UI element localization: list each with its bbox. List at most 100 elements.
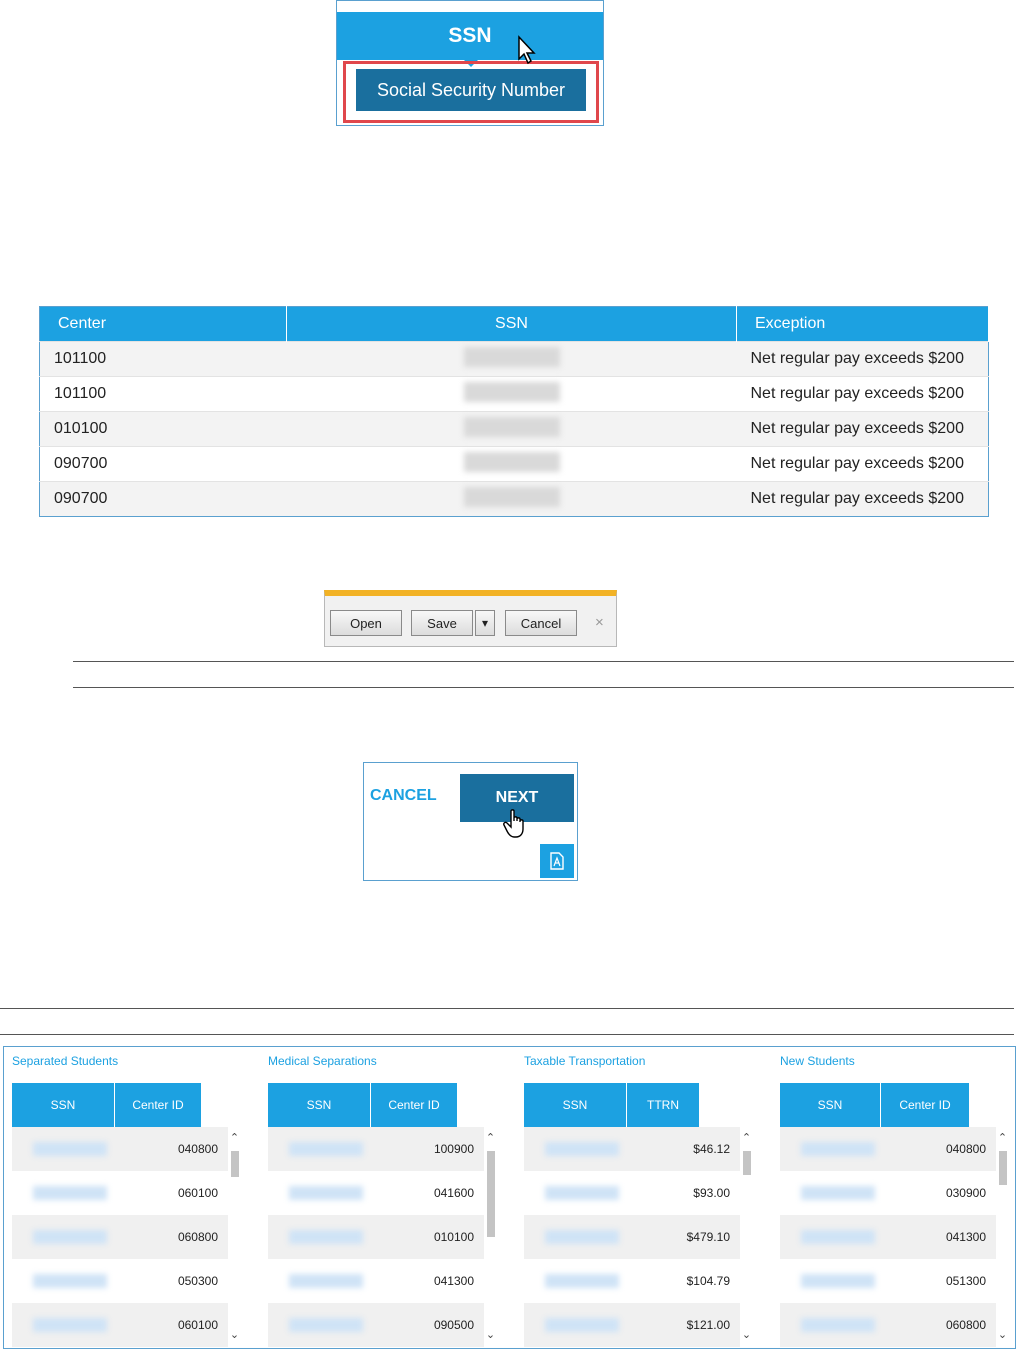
panel-taxable-transportation: Taxable Transportation SSN TTRN $46.12 $… [519, 1047, 759, 1347]
list-item[interactable]: 060800 [12, 1215, 228, 1259]
column-header-ssn[interactable]: SSN [524, 1083, 627, 1127]
value-cell: $479.10 [686, 1230, 730, 1244]
list-item[interactable]: $479.10 [524, 1215, 740, 1259]
hand-pointer-icon [503, 809, 524, 838]
column-header-center[interactable]: Center [39, 306, 287, 342]
redacted-ssn [545, 1274, 619, 1288]
panel-title: Medical Separations [268, 1054, 377, 1068]
tooltip-highlight-outline: Social Security Number [343, 61, 599, 123]
close-icon[interactable]: × [595, 614, 604, 631]
value-cell: 090500 [433, 1318, 474, 1332]
value-cell: 100900 [433, 1142, 474, 1156]
scrollbar[interactable]: ⌃ ⌄ [996, 1129, 1009, 1341]
list-item[interactable]: 041300 [780, 1215, 996, 1259]
dashboard-panels: Separated Students SSN Center ID 040800 … [3, 1046, 1016, 1349]
redacted-ssn [545, 1230, 619, 1244]
list-item[interactable]: $46.12 [524, 1127, 740, 1171]
cancel-download-button[interactable]: Cancel [505, 610, 577, 636]
value-cell: 060800 [945, 1318, 986, 1332]
scrollbar-thumb[interactable] [999, 1151, 1007, 1185]
list-item[interactable]: $104.79 [524, 1259, 740, 1303]
ssn-column-header[interactable]: SSN [337, 12, 603, 60]
scrollbar-thumb[interactable] [487, 1151, 495, 1237]
value-cell: $46.12 [693, 1142, 730, 1156]
list-item[interactable]: $121.00 [524, 1303, 740, 1347]
value-cell: 010100 [433, 1230, 474, 1244]
column-header-ssn[interactable]: SSN [12, 1083, 115, 1127]
value-cell: 041600 [433, 1186, 474, 1200]
redacted-ssn [289, 1318, 363, 1332]
open-button[interactable]: Open [330, 610, 402, 636]
arrow-cursor-icon [518, 35, 536, 65]
list-item[interactable]: 041300 [268, 1259, 484, 1303]
list-item[interactable]: 060800 [780, 1303, 996, 1347]
list-item[interactable]: 010100 [268, 1215, 484, 1259]
value-cell: 040800 [177, 1142, 218, 1156]
scrollbar[interactable]: ⌃ ⌄ [484, 1129, 497, 1341]
panel-medical-separations: Medical Separations SSN Center ID 100900… [263, 1047, 503, 1347]
scroll-down-icon[interactable]: ⌄ [484, 1328, 497, 1341]
scroll-up-icon[interactable]: ⌃ [484, 1131, 497, 1144]
cancel-button[interactable]: CANCEL [370, 787, 437, 805]
redacted-ssn [801, 1186, 875, 1200]
list-item[interactable]: 040800 [780, 1127, 996, 1171]
scroll-down-icon[interactable]: ⌄ [996, 1328, 1009, 1341]
pdf-button[interactable] [540, 844, 574, 878]
value-cell: 041300 [433, 1274, 474, 1288]
scroll-up-icon[interactable]: ⌃ [996, 1131, 1009, 1144]
scroll-down-icon[interactable]: ⌄ [740, 1328, 753, 1341]
column-header-exception[interactable]: Exception [736, 306, 989, 342]
list-item[interactable]: 060100 [12, 1171, 228, 1215]
column-header-col2[interactable]: Center ID [115, 1083, 202, 1127]
scrollbar-thumb[interactable] [231, 1151, 239, 1177]
list-item[interactable]: 090500 [268, 1303, 484, 1347]
list-item[interactable]: 030900 [780, 1171, 996, 1215]
center-cell: 101100 [39, 341, 287, 377]
table-row[interactable]: 010100 Net regular pay exceeds $200 [39, 411, 989, 447]
ssn-cell [286, 376, 737, 412]
list-item[interactable]: 040800 [12, 1127, 228, 1171]
save-dropdown-button[interactable]: ▾ [475, 610, 495, 636]
redacted-ssn [33, 1274, 107, 1288]
column-header-col2[interactable]: Center ID [371, 1083, 458, 1127]
scrollbar-thumb[interactable] [743, 1151, 751, 1175]
list-item[interactable]: 100900 [268, 1127, 484, 1171]
redacted-ssn [33, 1142, 107, 1156]
table-row[interactable]: 090700 Net regular pay exceeds $200 [39, 446, 989, 482]
save-button[interactable]: Save [411, 610, 473, 636]
redacted-ssn [545, 1142, 619, 1156]
value-cell: 041300 [945, 1230, 986, 1244]
value-cell: 060100 [177, 1186, 218, 1200]
scroll-up-icon[interactable]: ⌃ [228, 1131, 241, 1144]
list-item[interactable]: 041600 [268, 1171, 484, 1215]
value-cell: 060800 [177, 1230, 218, 1244]
list-item[interactable]: 051300 [780, 1259, 996, 1303]
divider-line [73, 661, 1014, 662]
column-header-col2[interactable]: TTRN [627, 1083, 700, 1127]
panel-title: Taxable Transportation [524, 1054, 646, 1068]
column-header-ssn[interactable]: SSN [780, 1083, 881, 1127]
list-item[interactable]: 060100 [12, 1303, 228, 1347]
scrollbar[interactable]: ⌃ ⌄ [228, 1129, 241, 1341]
list-item[interactable]: 050300 [12, 1259, 228, 1303]
list-item[interactable]: $93.00 [524, 1171, 740, 1215]
panel-separated-students: Separated Students SSN Center ID 040800 … [7, 1047, 247, 1347]
column-header-ssn[interactable]: SSN [286, 306, 737, 342]
scrollbar[interactable]: ⌃ ⌄ [740, 1129, 753, 1341]
ssn-header-label: SSN [448, 24, 492, 47]
column-header-col2[interactable]: Center ID [881, 1083, 970, 1127]
table-row[interactable]: 090700 Net regular pay exceeds $200 [39, 481, 989, 517]
scroll-up-icon[interactable]: ⌃ [740, 1131, 753, 1144]
tooltip: Social Security Number [356, 69, 586, 111]
column-header-ssn[interactable]: SSN [268, 1083, 371, 1127]
download-bar: Open Save ▾ Cancel × [324, 590, 617, 647]
scroll-down-icon[interactable]: ⌄ [228, 1328, 241, 1341]
redacted-ssn [463, 346, 560, 367]
exceptions-table: Center SSN Exception 101100 Net regular … [39, 306, 989, 517]
redacted-ssn [545, 1318, 619, 1332]
exception-cell: Net regular pay exceeds $200 [736, 411, 989, 447]
next-label: NEXT [495, 789, 539, 806]
table-row[interactable]: 101100 Net regular pay exceeds $200 [39, 376, 989, 412]
table-row[interactable]: 101100 Net regular pay exceeds $200 [39, 341, 989, 377]
redacted-ssn [545, 1186, 619, 1200]
